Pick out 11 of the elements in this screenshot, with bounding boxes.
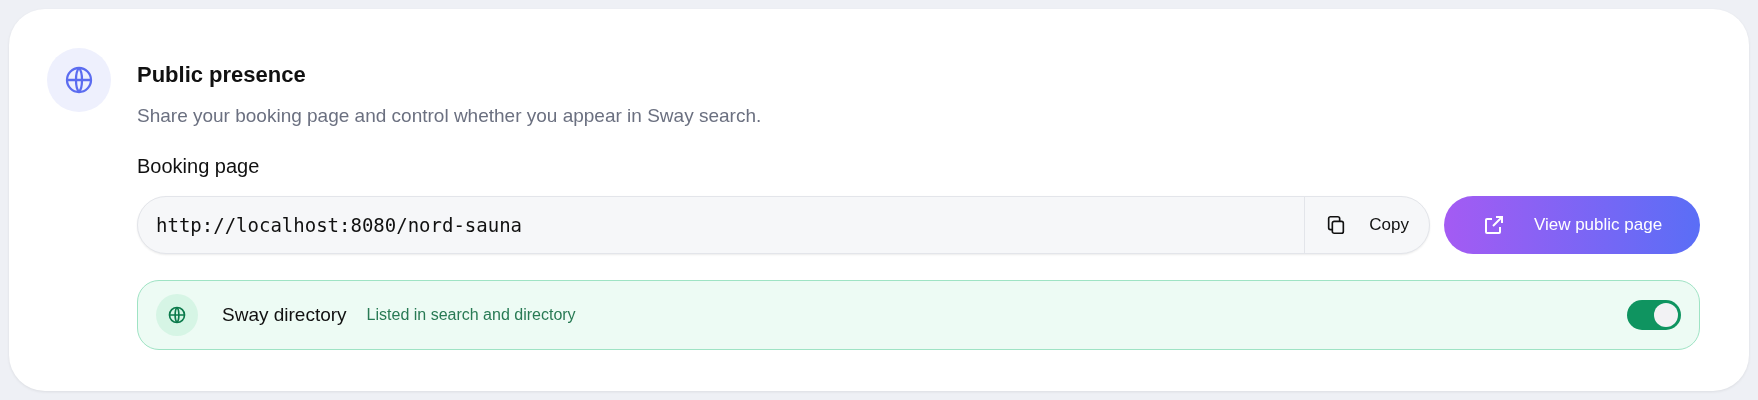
url-field[interactable]: http://localhost:8080/nord-sauna Copy [137,196,1430,254]
url-text: http://localhost:8080/nord-sauna [155,214,524,236]
view-public-page-button[interactable]: View public page [1444,196,1700,254]
directory-title: Sway directory [222,304,347,326]
section-title: Public presence [137,62,307,88]
globe-icon [156,294,198,336]
field-label: Booking page [137,155,261,178]
section-description: Share your booking page and control whether you appear in Sway search. [137,105,763,127]
copy-button[interactable]: Copy [1304,197,1429,253]
directory-toggle[interactable] [1627,300,1681,330]
directory-status: Listed in search and directory [366,306,577,324]
